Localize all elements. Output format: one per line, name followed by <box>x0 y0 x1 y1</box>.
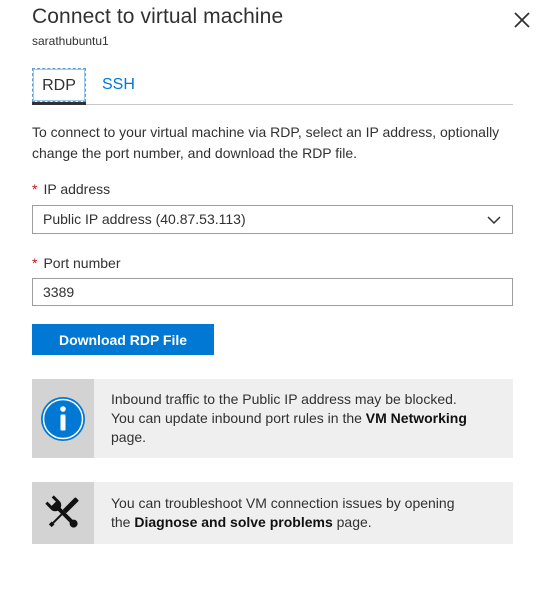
required-marker: * <box>32 181 38 197</box>
ip-address-selected: Public IP address (40.87.53.113) <box>43 211 246 227</box>
required-marker: * <box>32 255 38 271</box>
troubleshoot-line-2: the Diagnose and solve problems page. <box>111 513 455 532</box>
troubleshoot-line-1: You can troubleshoot VM connection issue… <box>111 495 455 511</box>
vm-networking-link[interactable]: VM Networking <box>366 410 467 426</box>
info-icon-container <box>32 379 94 458</box>
ip-address-dropdown[interactable]: Public IP address (40.87.53.113) <box>32 205 513 234</box>
troubleshoot-line-2-suffix: page. <box>332 514 372 530</box>
info-line-1: Inbound traffic to the Public IP address… <box>111 391 457 407</box>
port-number-label: * Port number <box>32 255 121 271</box>
port-number-label-text: Port number <box>43 255 121 271</box>
tab-ssh[interactable]: SSH <box>101 68 136 102</box>
info-line-3: page. <box>111 429 147 445</box>
ip-address-label: * IP address <box>32 181 110 197</box>
troubleshoot-info-text: You can troubleshoot VM connection issue… <box>94 482 469 544</box>
troubleshoot-line-2-prefix: the <box>111 514 135 530</box>
panel-title: Connect to virtual machine <box>32 5 284 28</box>
info-line-2-text: You can update inbound port rules in the <box>111 410 366 426</box>
info-line-2: You can update inbound port rules in the… <box>111 409 467 428</box>
networking-info-box: Inbound traffic to the Public IP address… <box>32 379 513 458</box>
close-icon <box>514 12 530 28</box>
close-button[interactable] <box>508 6 536 34</box>
rdp-description: To connect to your virtual machine via R… <box>32 124 500 161</box>
networking-info-text: Inbound traffic to the Public IP address… <box>94 379 481 458</box>
tools-icon-container <box>32 482 94 544</box>
tools-icon <box>45 495 79 528</box>
port-number-input[interactable] <box>32 278 513 306</box>
info-icon <box>41 396 85 441</box>
active-tab-indicator <box>32 102 86 105</box>
vm-name: sarathubuntu1 <box>32 34 109 48</box>
troubleshoot-info-box: You can troubleshoot VM connection issue… <box>32 482 513 544</box>
chevron-down-icon <box>487 216 501 225</box>
diagnose-solve-link[interactable]: Diagnose and solve problems <box>134 514 332 530</box>
download-rdp-button[interactable]: Download RDP File <box>32 324 214 355</box>
connect-vm-panel: Connect to virtual machine sarathubuntu1… <box>0 0 544 595</box>
ip-address-label-text: IP address <box>43 181 111 197</box>
tab-rdp[interactable]: RDP <box>32 68 86 102</box>
connection-tabs: RDP SSH <box>32 68 513 105</box>
